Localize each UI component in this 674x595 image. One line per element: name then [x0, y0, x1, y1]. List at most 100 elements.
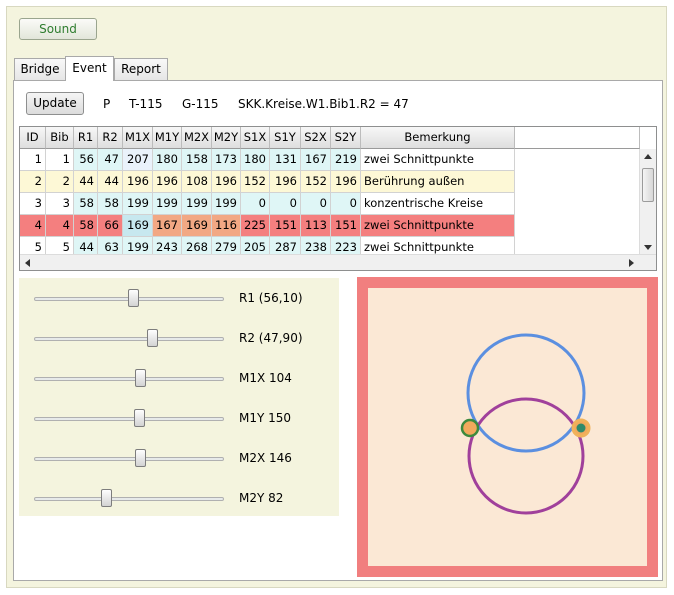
slider-thumb[interactable]	[146, 329, 158, 347]
column-header-m1x[interactable]: M1X	[123, 127, 153, 149]
table-cell-m1y: 180	[153, 149, 182, 171]
table-cell-m2x: 158	[182, 149, 212, 171]
table-cell-m2y: 199	[212, 193, 241, 215]
table-cell-m2x: 199	[182, 193, 212, 215]
table-cell-s2x: 113	[301, 215, 331, 237]
slider-track[interactable]	[34, 417, 224, 421]
column-header-m2y[interactable]: M2Y	[212, 127, 241, 149]
table-cell-r1: 58	[74, 193, 98, 215]
table-cell-bemerkung: zwei Schnittpunkte	[361, 149, 515, 171]
horizontal-scrollbar[interactable]	[20, 254, 656, 270]
vertical-scroll-thumb[interactable]	[642, 168, 654, 202]
slider-panel: R1 (56,10) R2 (47,90) M1X 104 M1Y 150 M2X 14…	[19, 278, 339, 516]
intersection-point-1	[460, 418, 480, 438]
slider-label: M1Y 150	[239, 411, 292, 425]
circle-1	[466, 333, 586, 453]
table-cell-id: 2	[20, 171, 46, 193]
scroll-up-icon[interactable]	[644, 154, 652, 159]
table-cell-bib: 3	[46, 193, 74, 215]
slider-label: R2 (47,90)	[239, 331, 303, 345]
slider-thumb[interactable]	[135, 369, 147, 387]
slider-thumb[interactable]	[133, 409, 145, 427]
slider-thumb[interactable]	[135, 449, 147, 467]
slider-track[interactable]	[34, 377, 224, 381]
canvas-area	[368, 288, 647, 566]
table-row[interactable]: 3 3 58 58 199 199 199 199 0 0 0 0 konzentrische Krei…	[20, 193, 640, 215]
table-cell-id: 1	[20, 149, 46, 171]
table-cell-s2x: 0	[301, 193, 331, 215]
table-cell-r2: 58	[98, 193, 123, 215]
table-cell-m1y: 167	[153, 215, 182, 237]
table-cell-bib: 1	[46, 149, 74, 171]
circle-2	[467, 397, 585, 515]
table-row[interactable]: 4 4 58 66 169 167 169 116 225 151 113 151 zwei Schni…	[20, 215, 640, 237]
table-cell-bib: 4	[46, 215, 74, 237]
table-cell-r1: 58	[74, 215, 98, 237]
table-cell-m2y: 196	[212, 171, 241, 193]
table-cell-s2y: 196	[331, 171, 361, 193]
column-header-id[interactable]: ID	[20, 127, 46, 149]
table-row[interactable]: 2 2 44 44 196 196 108 196 152 196 152 196 Berührung …	[20, 171, 640, 193]
table-cell-r2: 44	[98, 171, 123, 193]
column-header-bemerkung[interactable]: Bemerkung	[361, 127, 515, 149]
table-cell-r1: 44	[74, 171, 98, 193]
column-header-bib[interactable]: Bib	[46, 127, 74, 149]
table-cell-m1y: 196	[153, 171, 182, 193]
slider-track[interactable]	[34, 497, 224, 501]
circle-canvas	[357, 277, 658, 577]
g-label: G-115	[182, 97, 219, 111]
sound-button[interactable]: Sound	[19, 18, 97, 40]
column-header-m1y[interactable]: M1Y	[153, 127, 182, 149]
table-cell-r1: 56	[74, 149, 98, 171]
column-header-m2x[interactable]: M2X	[182, 127, 212, 149]
vertical-scrollbar[interactable]	[639, 149, 656, 255]
tab-event[interactable]: Event	[65, 56, 114, 81]
table-cell-s1x: 0	[241, 193, 270, 215]
scroll-right-icon[interactable]	[629, 259, 634, 267]
table-cell-s2y: 0	[331, 193, 361, 215]
table-cell-m1x: 199	[123, 193, 153, 215]
column-header-s1y[interactable]: S1Y	[270, 127, 301, 149]
column-header-r2[interactable]: R2	[98, 127, 123, 149]
column-header-r1[interactable]: R1	[74, 127, 98, 149]
table-cell-id: 3	[20, 193, 46, 215]
slider-label: M1X 104	[239, 371, 292, 385]
table-cell-bemerkung: zwei Schnittpunkte	[361, 215, 515, 237]
table-cell-s1y: 151	[270, 215, 301, 237]
table-cell-m2x: 169	[182, 215, 212, 237]
column-header-s1x[interactable]: S1X	[241, 127, 270, 149]
table-cell-bemerkung: Berührung außen	[361, 171, 515, 193]
table-cell-s1x: 225	[241, 215, 270, 237]
table-cell-s1y: 196	[270, 171, 301, 193]
table-cell-s2y: 219	[331, 149, 361, 171]
table-cell-m1x: 207	[123, 149, 153, 171]
table-cell-id: 4	[20, 215, 46, 237]
slider-track[interactable]	[34, 457, 224, 461]
table-cell-s1x: 180	[241, 149, 270, 171]
update-button[interactable]: Update	[26, 92, 84, 115]
column-header-s2x[interactable]: S2X	[301, 127, 331, 149]
column-header-empty	[515, 127, 640, 149]
table-cell-bib: 2	[46, 171, 74, 193]
table-row[interactable]: 1 1 56 47 207 180 158 173 180 131 167 219 zwei Schni…	[20, 149, 640, 171]
column-header-s2y[interactable]: S2Y	[331, 127, 361, 149]
scroll-left-icon[interactable]	[25, 259, 30, 267]
t-label: T-115	[129, 97, 163, 111]
slider-track[interactable]	[34, 337, 224, 341]
table-cell-s2x: 167	[301, 149, 331, 171]
circles-drawing	[460, 333, 591, 515]
table-cell-r2: 66	[98, 215, 123, 237]
slider-thumb[interactable]	[101, 489, 113, 507]
table-cell-m1x: 196	[123, 171, 153, 193]
tab-bridge[interactable]: Bridge	[14, 58, 66, 80]
slider-thumb[interactable]	[127, 289, 139, 307]
slider-label: R1 (56,10)	[239, 291, 303, 305]
tab-report[interactable]: Report	[114, 58, 168, 80]
table-cell-s1x: 152	[241, 171, 270, 193]
table-cell-r2: 47	[98, 149, 123, 171]
table-cell-s2x: 152	[301, 171, 331, 193]
table-cell-m1y: 199	[153, 193, 182, 215]
data-grid[interactable]: ID Bib R1 R2 M1X M1Y M2X M2Y S1X S1Y S2X S2Y Bemerku…	[19, 126, 657, 271]
table-cell-bemerkung: konzentrische Kreise	[361, 193, 515, 215]
scroll-down-icon[interactable]	[644, 245, 652, 250]
